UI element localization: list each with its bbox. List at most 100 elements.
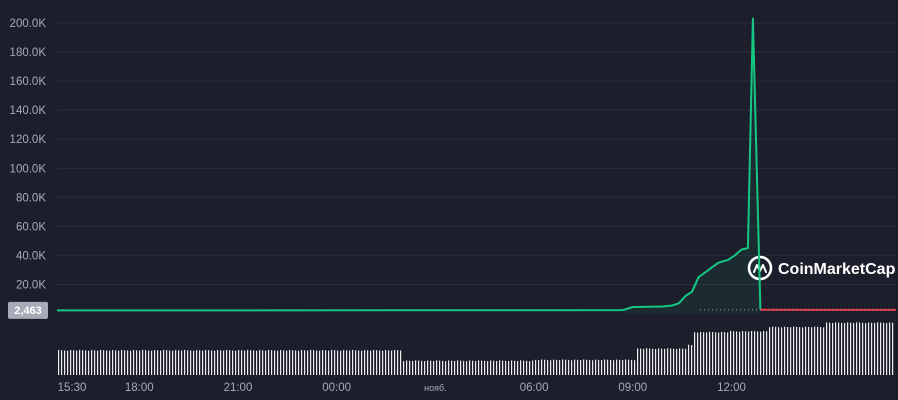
volume-bar [886, 323, 888, 375]
volume-bar [403, 361, 405, 375]
volume-bar [502, 360, 504, 375]
volume-bar [586, 359, 588, 375]
volume-bar [556, 359, 558, 375]
volume-bar [763, 331, 765, 375]
x-tick-label: нояб. [424, 383, 447, 393]
volume-bar [466, 361, 468, 375]
volume-bar [505, 360, 507, 375]
volume-bar [739, 331, 741, 375]
volume-bar [133, 350, 135, 375]
volume-bar [820, 327, 822, 375]
volume-bar [85, 350, 87, 375]
volume-bar [76, 350, 78, 375]
volume-bar [715, 332, 717, 375]
volume-bar [106, 350, 108, 375]
volume-bar [316, 350, 318, 375]
x-tick-label: 00:00 [322, 382, 351, 394]
volume-bar [130, 350, 132, 375]
volume-bar [520, 360, 522, 375]
volume-bar [892, 322, 894, 375]
watermark: CoinMarketCap [747, 255, 896, 281]
volume-bar [118, 350, 120, 375]
volume-bar [367, 350, 369, 375]
volume-bar [136, 350, 138, 375]
volume-bar [220, 350, 222, 375]
volume-bar [760, 331, 762, 375]
volume-bar [460, 360, 462, 375]
volume-bar [712, 332, 714, 375]
volume-bar [115, 350, 117, 375]
volume-bar [499, 360, 501, 375]
volume-bar [103, 350, 105, 375]
y-tick-label: 100.0K [10, 163, 47, 175]
volume-bar [169, 350, 171, 375]
volume-bar [652, 348, 654, 375]
volume-bar [250, 350, 252, 375]
volume-bar [91, 350, 93, 375]
volume-bar [109, 350, 111, 375]
volume-bar [436, 360, 438, 375]
volume-bar [145, 350, 147, 375]
volume-bar [526, 360, 528, 375]
x-tick-label: 06:00 [520, 382, 549, 394]
volume-bar [787, 327, 789, 375]
volume-bar [823, 327, 825, 375]
volume-bar [400, 350, 402, 375]
volume-bar [625, 359, 627, 375]
grid-lines [57, 22, 896, 285]
volume-bar [589, 359, 591, 375]
volume-bar [607, 359, 609, 375]
volume-bar [73, 350, 75, 375]
volume-bar [172, 350, 174, 375]
volume-bar [592, 360, 594, 375]
volume-bar [226, 349, 228, 375]
x-tick-label: 12:00 [717, 382, 746, 394]
volume-bar [565, 359, 567, 375]
volume-bar [718, 332, 720, 375]
volume-bar [880, 322, 882, 375]
volume-bar [490, 360, 492, 375]
volume-bar [100, 349, 102, 375]
volume-bar [478, 360, 480, 375]
y-tick-label: 160.0K [10, 76, 47, 88]
volume-bar [484, 360, 486, 375]
volume-bar [751, 330, 753, 375]
volume-bar [646, 348, 648, 375]
volume-bar [754, 331, 756, 375]
volume-bar [283, 350, 285, 375]
volume-bar [730, 330, 732, 375]
volume-bar [709, 331, 711, 375]
volume-bar [154, 350, 156, 375]
volume-bar [67, 350, 69, 375]
volume-bar [622, 360, 624, 375]
volume-bar [757, 331, 759, 375]
volume-bar [178, 350, 180, 375]
volume-bar [571, 360, 573, 375]
volume-bar [655, 348, 657, 375]
volume-bar [553, 359, 555, 375]
volume-bar [523, 360, 525, 375]
volume-bar [349, 350, 351, 375]
x-tick-label: 15:30 [58, 382, 87, 394]
volume-bar [736, 331, 738, 375]
volume-bar [271, 350, 273, 375]
volume-bar [703, 332, 705, 375]
volume-bar [793, 326, 795, 375]
volume-bar [865, 323, 867, 375]
volume-bar [430, 360, 432, 375]
volume-bar [778, 327, 780, 375]
volume-bar [742, 331, 744, 375]
volume-bar [697, 332, 699, 375]
price-line-up [57, 17, 762, 312]
volume-bar [148, 350, 150, 375]
volume-bar [439, 360, 441, 375]
y-tick-label: 180.0K [10, 47, 47, 59]
volume-bar [781, 327, 783, 375]
volume-bar [685, 348, 687, 375]
volume-bar [583, 359, 585, 375]
volume-bar [862, 322, 864, 375]
volume-bar [409, 360, 411, 375]
volume-bar [298, 350, 300, 375]
volume-bar [817, 326, 819, 375]
volume-bar [424, 361, 426, 375]
